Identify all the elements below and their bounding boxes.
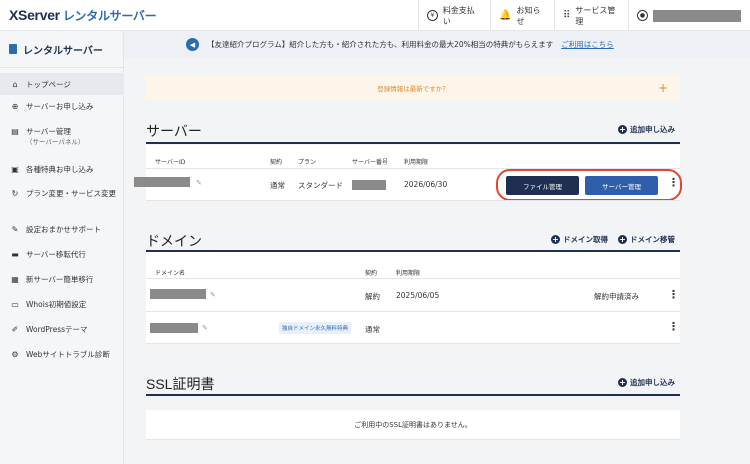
col-server-number[interactable]: サーバー番号: [352, 157, 388, 166]
server-add-apply-link[interactable]: + 追加申し込み: [618, 124, 675, 135]
redacted-server-number: [352, 180, 386, 190]
top-header: XServer レンタルサーバー ¥ 料金支払い 🔔 お知らせ ⠿ サービス管理 …: [0, 0, 750, 31]
user-menu-button[interactable]: ●: [628, 0, 750, 31]
sidebar-item-setup-support[interactable]: ✎ 設定おまかせサポート: [0, 224, 124, 235]
domain-more-icon[interactable]: ⋮: [668, 289, 679, 300]
gift-icon: ▣: [11, 165, 19, 174]
domain-section-title: ドメイン: [146, 233, 202, 249]
domain-status: 解約申請済み: [594, 292, 639, 301]
sidebar-item-benefits[interactable]: ▣ 各種特典お申し込み: [0, 164, 124, 175]
document-icon: ▭: [11, 300, 19, 309]
row-divider: [146, 343, 680, 344]
diagnose-icon: ⚙: [11, 350, 19, 359]
sidebar-title: レンタルサーバー: [0, 31, 123, 68]
sidebar-item-wordpress-theme[interactable]: ✐ WordPressテーマ: [0, 324, 124, 335]
ssl-section-title: SSL証明書: [146, 376, 215, 392]
home-icon: ⌂: [12, 79, 18, 89]
plus-circle-icon: +: [551, 235, 560, 244]
user-icon: ●: [637, 10, 648, 21]
redacted-domain-name: [150, 289, 206, 299]
domain-section-divider: [146, 250, 680, 252]
grid-icon: ⠿: [563, 10, 571, 21]
col-domain-contract[interactable]: 契約: [365, 268, 377, 277]
server-plan: スタンダード: [298, 181, 343, 190]
notice-button[interactable]: 🔔 お知らせ: [490, 0, 554, 31]
yen-icon: ¥: [427, 10, 438, 21]
col-domain-period[interactable]: 利用期限: [396, 268, 420, 277]
free-domain-badge: 独自ドメイン永久無料特典: [279, 322, 352, 334]
pencil-icon[interactable]: ✎: [196, 179, 202, 187]
plus-circle-icon: ⊕: [11, 102, 19, 111]
domain-contract: 通常: [365, 325, 380, 334]
referral-link[interactable]: ご利用はこちら: [561, 39, 614, 50]
pencil-icon[interactable]: ✎: [210, 291, 216, 299]
domain-period: 2025/06/05: [396, 291, 440, 300]
server-more-icon[interactable]: ⋮: [668, 177, 679, 188]
col-period: 利用期限: [404, 159, 429, 166]
ssl-empty-message: ご利用中のSSL証明書はありません。: [146, 410, 680, 440]
sidebar-item-web-diagnose[interactable]: ⚙ Webサイトトラブル診断: [0, 349, 124, 360]
ssl-add-apply-link[interactable]: + 追加申し込み: [618, 377, 675, 388]
wrench-icon: ✎: [11, 225, 19, 234]
domain-get-link[interactable]: + ドメイン取得: [551, 234, 608, 245]
server-section-title: サーバー: [146, 123, 202, 139]
plus-circle-icon: +: [618, 125, 627, 134]
ssl-section-divider: [146, 394, 680, 396]
server-contract: 通常: [270, 181, 285, 190]
pencil-icon[interactable]: ✎: [202, 324, 208, 332]
sidebar-item-top[interactable]: ⌂ トップページ: [0, 73, 124, 95]
col-domain-name[interactable]: ドメイン名: [155, 268, 185, 277]
redacted-server-id: [134, 177, 190, 187]
sidebar-item-migration[interactable]: ▬ サーバー移転代行: [0, 249, 124, 260]
server-icon: ▤: [11, 127, 19, 136]
sidebar-item-plan-change[interactable]: ↻ プラン変更・サービス変更: [0, 188, 124, 199]
server-logo-icon: [9, 44, 17, 54]
payment-button[interactable]: ¥ 料金支払い: [418, 0, 490, 31]
sidebar-item-easy-migrate[interactable]: ▦ 新サーバー簡単移行: [0, 274, 124, 285]
sidebar-item-whois[interactable]: ▭ Whois初期値設定: [0, 299, 124, 310]
sidebar: レンタルサーバー: [0, 31, 124, 464]
plus-circle-icon: +: [618, 235, 627, 244]
xserver-logo[interactable]: XServer レンタルサーバー: [9, 7, 157, 24]
row-divider: [146, 200, 680, 201]
plus-circle-icon: +: [618, 378, 627, 387]
row-divider: [146, 278, 680, 279]
referral-notice-bar: ◀ 【友達紹介プログラム】紹介した方も・紹介された方も、利用料金の最大20%相当…: [124, 31, 750, 58]
bell-icon: 🔔: [499, 10, 512, 21]
highlight-annotation: [496, 169, 682, 201]
migrate-icon: ▦: [11, 275, 19, 284]
refresh-icon: ↻: [11, 189, 19, 198]
registration-info-alert[interactable]: 登録情報は最新ですか？ +: [146, 75, 680, 100]
domain-contract: 解約: [365, 292, 380, 301]
redacted-domain-name: [150, 323, 198, 333]
domain-more-icon[interactable]: ⋮: [668, 321, 679, 332]
megaphone-icon: ◀: [186, 38, 199, 51]
sidebar-item-server-panel[interactable]: ▤ サーバー管理 （サーバーパネル）: [0, 126, 124, 148]
redacted-username: [653, 9, 741, 22]
col-plan[interactable]: プラン: [298, 157, 316, 166]
col-server-id[interactable]: サーバーID: [155, 157, 185, 166]
expand-plus-icon[interactable]: +: [658, 81, 668, 95]
domain-transfer-link[interactable]: + ドメイン移管: [618, 234, 675, 245]
server-section-divider: [146, 142, 680, 144]
col-contract[interactable]: 契約: [270, 157, 282, 166]
truck-icon: ▬: [11, 250, 19, 259]
server-period: 2026/06/30: [404, 180, 448, 189]
sidebar-item-server-apply[interactable]: ⊕ サーバーお申し込み: [0, 101, 124, 112]
edit-icon: ✐: [11, 325, 19, 334]
row-divider: [146, 311, 680, 312]
service-management-button[interactable]: ⠿ サービス管理: [554, 0, 628, 31]
